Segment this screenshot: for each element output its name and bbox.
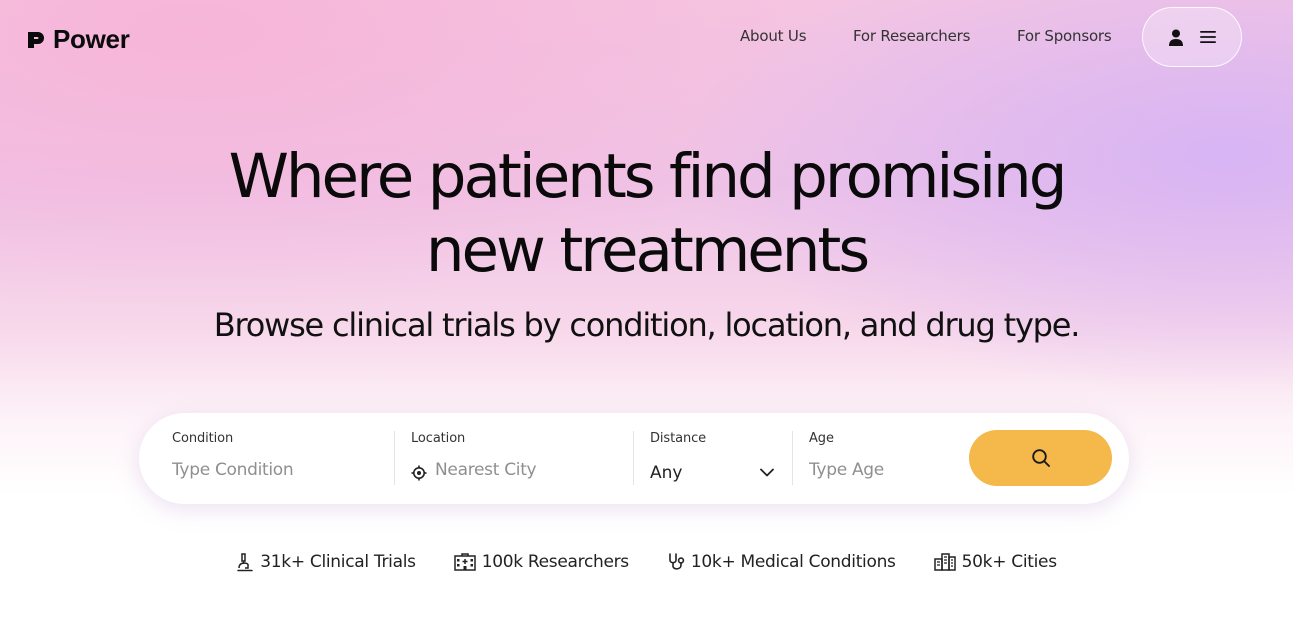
brand-logo[interactable]: Power [25,24,130,55]
location-field[interactable]: Location [411,413,631,504]
divider [792,431,793,485]
condition-field[interactable]: Condition [172,413,392,504]
age-label: Age [809,431,834,446]
stat-cities: 50k+ Cities [933,552,1057,572]
search-button[interactable] [969,430,1112,486]
distance-value[interactable]: Any [650,463,682,483]
nav-for-researchers[interactable]: For Researchers [853,27,1017,45]
location-label: Location [411,431,466,446]
nav-for-sponsors[interactable]: For Sponsors [1017,27,1112,45]
stat-medical-conditions: 10k+ Medical Conditions [667,552,896,572]
location-target-icon [411,465,427,481]
age-field[interactable]: Age [809,413,959,504]
chevron-down-icon[interactable] [760,468,774,477]
nav-about-us[interactable]: About Us [740,27,853,45]
stethoscope-icon [669,553,685,570]
distance-label: Distance [650,431,707,446]
stat-text: 10k+ Medical Conditions [690,552,896,572]
hamburger-menu-icon[interactable] [1200,30,1216,44]
brand-name: Power [53,24,130,54]
stats-row: 31k+ Clinical Trials 100k Researchers 10… [0,552,1293,572]
stat-text: 31k+ Clinical Trials [260,552,416,572]
divider [394,431,395,485]
power-logo-icon [28,31,44,48]
account-menu-button[interactable] [1142,7,1242,67]
distance-select[interactable]: Distance Any [650,413,780,504]
hero-title: Where patients find promising new treatm… [0,140,1293,288]
stat-text: 50k+ Cities [961,552,1057,572]
hospital-icon [453,553,476,571]
search-icon [1031,449,1050,467]
condition-label: Condition [172,431,234,446]
user-icon[interactable] [1168,29,1184,46]
divider [633,431,634,485]
hero-title-line2: new treatments [425,215,870,286]
age-input[interactable] [809,460,949,480]
microscope-icon [237,553,253,572]
stat-researchers: 100k Researchers [453,552,629,572]
stat-text: 100k Researchers [481,552,629,572]
hero-subtitle: Browse clinical trials by condition, loc… [213,306,1081,344]
trial-search-bar: Condition Location Distance Any Age [139,413,1129,504]
location-input[interactable] [435,460,625,480]
stat-clinical-trials: 31k+ Clinical Trials [236,552,416,572]
top-nav: About Us For Researchers For Sponsors [740,27,1112,45]
hero-title-line1: Where patients find promising [228,141,1068,212]
condition-input[interactable] [172,460,382,480]
city-buildings-icon [933,553,956,571]
